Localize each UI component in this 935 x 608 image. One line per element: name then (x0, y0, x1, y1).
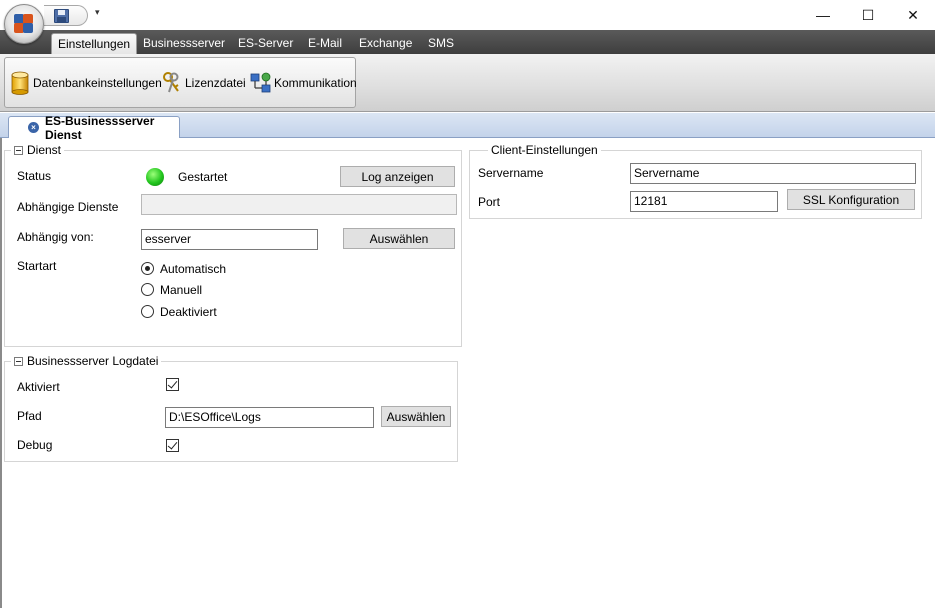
tab-exchange[interactable]: Exchange (353, 33, 418, 54)
abhaengige-dienste-field (141, 194, 457, 215)
client-einstellungen-title: Client-Einstellungen (491, 143, 598, 157)
tab-sms[interactable]: SMS (422, 33, 460, 54)
app-logo-square (23, 23, 33, 33)
database-icon (11, 71, 29, 95)
port-label: Port (478, 195, 501, 209)
datenbankeinstellungen-label: Datenbankeinstellungen (33, 76, 162, 90)
application-menu-button[interactable] (4, 4, 44, 44)
quick-access-toolbar (44, 5, 88, 26)
startart-deaktiviert-label[interactable]: Deaktiviert (160, 305, 217, 319)
title-bar: ▾ — ☐ ✕ (0, 0, 935, 30)
maximize-button[interactable]: ☐ (845, 0, 891, 30)
tab-es-businessserver-dienst[interactable]: × ES-Businessserver Dienst (8, 114, 180, 142)
status-label: Status (17, 169, 52, 183)
log-anzeigen-button[interactable]: Log anzeigen (340, 166, 455, 187)
servername-field[interactable]: Servername (630, 163, 916, 184)
debug-label: Debug (17, 438, 53, 452)
ribbon-group: Datenbankeinstellungen Lizenzdatei Kommu… (4, 57, 357, 108)
tab-e-mail[interactable]: E-Mail (302, 33, 348, 54)
tab-einstellungen[interactable]: Einstellungen (51, 33, 138, 54)
collapse-icon[interactable] (14, 356, 23, 366)
debug-checkbox[interactable] (166, 439, 179, 452)
document-tab-strip: × ES-Businessserver Dienst (0, 113, 935, 142)
lizenzdatei-label: Lizenzdatei (185, 76, 246, 90)
pfad-label: Pfad (17, 409, 42, 423)
abhaengig-von-label: Abhängig von: (17, 230, 94, 244)
document-tab-title: ES-Businessserver Dienst (45, 113, 155, 142)
collapse-icon[interactable] (14, 145, 23, 155)
abhaengige-dienste-label: Abhängige Dienste (17, 200, 119, 214)
tab-close-icon[interactable]: × (28, 122, 39, 133)
network-icon (250, 72, 271, 93)
startart-label: Startart (17, 259, 57, 273)
datenbankeinstellungen-button[interactable]: Datenbankeinstellungen (9, 69, 162, 97)
abhaengig-von-auswaehlen-button[interactable]: Auswählen (343, 228, 455, 249)
abhaengig-von-field[interactable]: esserver (141, 229, 318, 250)
startart-automatisch-radio[interactable] (141, 262, 154, 275)
keys-icon (163, 72, 179, 93)
ribbon-tab-bar: Einstellungen Businessserver ES-Server E… (0, 30, 935, 54)
status-value: Gestartet (178, 170, 228, 184)
dienst-group-title: Dienst (27, 143, 62, 157)
tab-es-server[interactable]: ES-Server (232, 33, 299, 54)
startart-manuell-radio[interactable] (141, 283, 154, 296)
servername-label: Servername (478, 166, 544, 180)
status-indicator-icon (146, 168, 164, 186)
ribbon-panel: Datenbankeinstellungen Lizenzdatei Kommu… (0, 54, 935, 112)
pfad-field[interactable]: D:\ESOffice\Logs (165, 407, 374, 428)
minimize-button[interactable]: — (800, 0, 846, 30)
aktiviert-checkbox[interactable] (166, 378, 179, 391)
logdatei-group-header: Businessserver Logdatei (11, 354, 162, 368)
startart-deaktiviert-radio[interactable] (141, 305, 154, 318)
client-einstellungen-header: Client-Einstellungen (488, 143, 601, 157)
qat-customize-chevron-icon[interactable]: ▾ (95, 7, 100, 18)
aktiviert-label: Aktiviert (17, 380, 60, 394)
startart-manuell-label[interactable]: Manuell (160, 283, 202, 297)
close-button[interactable]: ✕ (890, 0, 935, 30)
save-icon[interactable] (54, 9, 69, 23)
pfad-auswaehlen-button[interactable]: Auswählen (381, 406, 451, 427)
logdatei-group-title: Businessserver Logdatei (27, 354, 159, 368)
ssl-konfiguration-button[interactable]: SSL Konfiguration (787, 189, 915, 210)
port-field[interactable]: 12181 (630, 191, 778, 212)
startart-automatisch-label[interactable]: Automatisch (160, 262, 226, 276)
dienst-group-header: Dienst (11, 143, 65, 157)
left-border (0, 138, 2, 608)
kommunikation-button[interactable]: Kommunikation (250, 69, 357, 97)
lizenzdatei-button[interactable]: Lizenzdatei (161, 69, 246, 97)
kommunikation-label: Kommunikation (274, 76, 357, 90)
tab-businessserver[interactable]: Businessserver (137, 33, 231, 54)
